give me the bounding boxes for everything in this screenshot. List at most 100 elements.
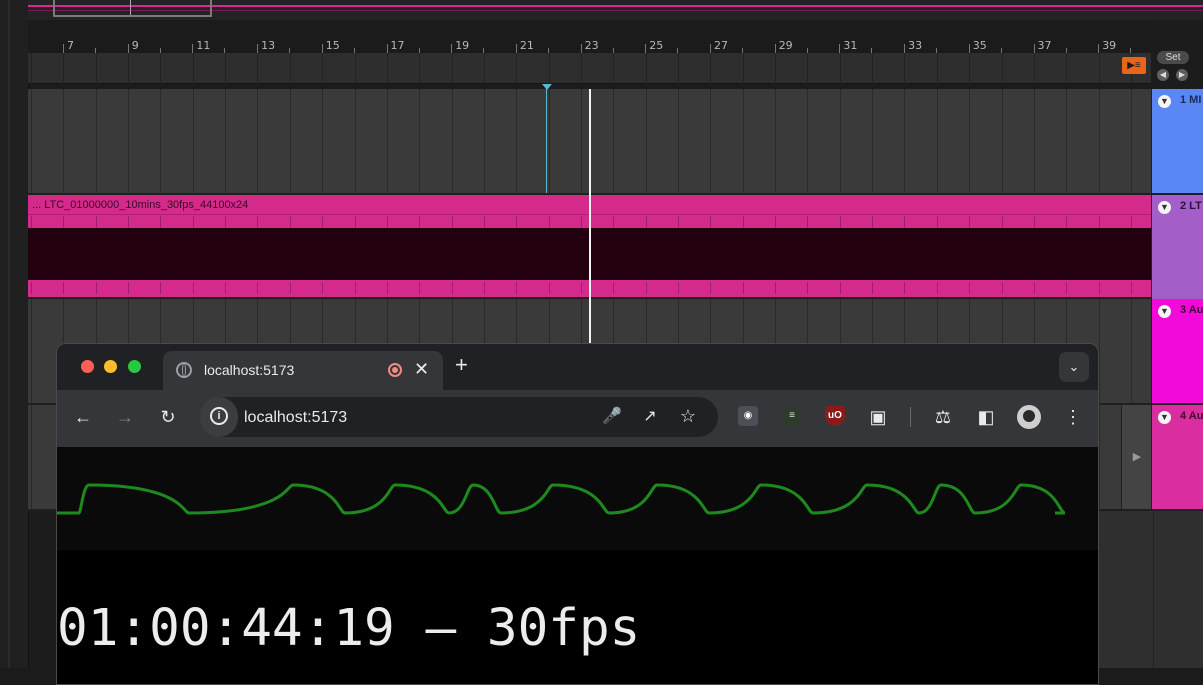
playhead <box>589 89 591 344</box>
clip-tick <box>1099 282 1100 294</box>
locator-strip[interactable] <box>28 53 1151 84</box>
overview-playhead-mark <box>130 0 131 15</box>
tab-strip: localhost:5173 ✕ + ⌄ <box>57 344 1098 390</box>
close-tab-icon[interactable]: ✕ <box>414 359 429 380</box>
grid-line <box>225 89 226 193</box>
grid-line <box>484 89 485 193</box>
set-locator-button[interactable]: Set <box>1157 51 1189 64</box>
ublock-extension-icon[interactable]: uO <box>825 406 845 426</box>
next-locator-icon[interactable]: ▶ <box>1176 69 1188 81</box>
tab-localhost[interactable]: localhost:5173 ✕ <box>163 351 443 390</box>
side-panel-icon[interactable]: ◧ <box>976 407 996 427</box>
grid-line <box>710 53 711 84</box>
grid-line <box>1131 299 1132 403</box>
site-info-icon: i <box>210 407 228 425</box>
overview-view-box[interactable] <box>53 0 212 17</box>
grid-line <box>31 299 32 403</box>
grid-line <box>31 89 32 193</box>
clip-tick <box>96 282 97 294</box>
clip-tick <box>904 282 905 294</box>
fold-chevron-icon[interactable]: ▼ <box>1158 201 1171 214</box>
reload-icon[interactable]: ↻ <box>158 407 178 427</box>
globe-icon <box>176 362 192 378</box>
previous-locator-icon[interactable]: ◀ <box>1157 69 1169 81</box>
new-tab-button[interactable]: + <box>455 352 468 378</box>
track-header-4[interactable]: ▼ 4 Au <box>1151 405 1203 509</box>
ltc-waveform <box>57 483 1066 515</box>
mixer-extension-icon[interactable]: ≡ <box>782 406 802 426</box>
back-arrow-icon[interactable]: ← <box>73 407 93 427</box>
beat-time-ruler[interactable]: 7 9 11 13 15 17 19 21 23 25 27 29 31 33 35 37 39 <box>28 20 1151 54</box>
clip-tick <box>1099 216 1100 228</box>
fold-chevron-icon[interactable]: ▼ <box>1158 95 1171 108</box>
grid-line <box>646 89 647 193</box>
spy-extension-icon[interactable]: ◉ <box>738 406 758 426</box>
clip-tick <box>775 216 776 228</box>
arrangement-overview[interactable] <box>28 0 1203 20</box>
tab-search-chevron-icon[interactable]: ⌄ <box>1059 352 1089 382</box>
ruler-label: 11 <box>196 39 211 52</box>
ruler-label: 19 <box>455 39 470 52</box>
clip-tick <box>646 282 647 294</box>
grid-line <box>581 53 582 84</box>
grid-line <box>613 89 614 193</box>
ruler-tick <box>257 44 259 53</box>
address-bar[interactable]: i 🎤 ↗ ☆ <box>200 397 718 437</box>
cue-marker-line <box>546 88 547 193</box>
grid-line <box>516 53 517 84</box>
clip-tick <box>63 282 64 294</box>
track-header-1[interactable]: ▼ 1 MI <box>1151 89 1203 193</box>
follow-playback-button[interactable]: ▶≡ <box>1122 57 1146 74</box>
clip-tick <box>225 282 226 294</box>
grid-line <box>1099 89 1100 193</box>
grid-line <box>1034 89 1035 193</box>
ruler-tick <box>580 44 582 53</box>
grid-line <box>549 53 550 84</box>
clip-tick <box>969 282 970 294</box>
grid-line <box>63 89 64 193</box>
track-header-2[interactable]: ▼ 2 LT <box>1151 195 1203 299</box>
ruler-tick <box>192 44 194 53</box>
ruler-label: 31 <box>843 39 858 52</box>
clip-tick <box>1066 282 1067 294</box>
minimize-window-button[interactable] <box>104 360 117 373</box>
clip-tick <box>904 216 905 228</box>
clip-tick <box>840 282 841 294</box>
close-window-button[interactable] <box>81 360 94 373</box>
grid-line <box>290 89 291 193</box>
ruler-tick <box>386 44 388 53</box>
bookmark-star-icon[interactable]: ☆ <box>678 406 698 426</box>
clip-tick <box>160 216 161 228</box>
clip-tick <box>290 216 291 228</box>
clip-launch-play-icon[interactable]: ▶ <box>1121 405 1152 509</box>
clip-tick <box>355 282 356 294</box>
url-input[interactable] <box>242 406 586 430</box>
grid-line <box>452 89 453 193</box>
fold-chevron-icon[interactable]: ▼ <box>1158 305 1171 318</box>
grid-line <box>128 53 129 84</box>
ruler-label: 33 <box>908 39 923 52</box>
page-content: 01:00:44:19 – 30fps <box>57 447 1098 684</box>
menu-kebab-icon[interactable]: ⋮ <box>1063 407 1083 427</box>
microphone-icon[interactable]: 🎤 <box>602 407 622 427</box>
forward-arrow-icon[interactable]: → <box>115 407 135 427</box>
grid-line <box>257 53 258 84</box>
track-header-3[interactable]: ▼ 3 Au <box>1151 299 1203 403</box>
extensions-puzzle-icon[interactable]: ▣ <box>868 407 888 427</box>
open-in-app-icon[interactable]: ↗ <box>640 407 660 427</box>
grid-line <box>419 89 420 193</box>
zoom-window-button[interactable] <box>128 360 141 373</box>
clip-tick <box>128 216 129 228</box>
site-info-button[interactable]: i <box>200 397 238 437</box>
grid-line <box>484 53 485 84</box>
tab-title: localhost:5173 <box>204 362 295 378</box>
clip-tick <box>743 282 744 294</box>
ruler-tick <box>63 44 64 53</box>
labs-flask-icon[interactable]: ⚖ <box>933 407 953 427</box>
fold-chevron-icon[interactable]: ▼ <box>1158 411 1171 424</box>
profile-avatar[interactable] <box>1017 405 1041 429</box>
clip-tick <box>678 216 679 228</box>
grid-line <box>710 89 711 193</box>
cue-marker-icon[interactable] <box>542 84 552 90</box>
clip-tick <box>160 282 161 294</box>
